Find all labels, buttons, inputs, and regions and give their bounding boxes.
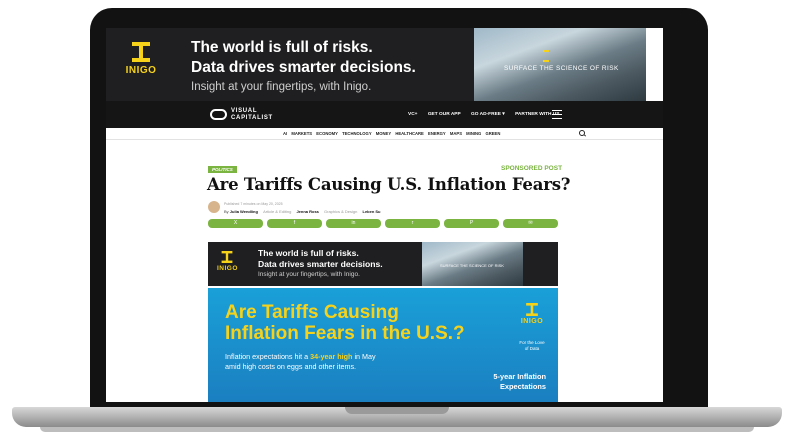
third-credit[interactable]: Leben Su	[363, 209, 381, 214]
published-date: Published 7 minutes on May 20, 2025	[224, 202, 283, 206]
laptop-notch	[345, 407, 449, 414]
ad-line-3: Insight at your fingertips, with Inigo.	[258, 271, 360, 278]
chart-label-2: Expectations	[499, 382, 546, 391]
share-x-button[interactable]: X	[208, 219, 263, 228]
infographic-subtitle-1: Inflation expectations hit a 34-year hig…	[225, 352, 376, 361]
ad-line-3: Insight at your fingertips, with Inigo.	[191, 81, 372, 93]
category-green[interactable]: GREEN	[485, 131, 500, 136]
category-energy[interactable]: ENERGY	[428, 131, 446, 136]
category-mining[interactable]: MINING	[466, 131, 481, 136]
category-money[interactable]: MONEY	[376, 131, 391, 136]
category-healthcare[interactable]: HEALTHCARE	[395, 131, 424, 136]
category-maps[interactable]: MAPS	[450, 131, 462, 136]
category-links: AI MARKETS ECONOMY TECHNOLOGY MONEY HEAL…	[283, 131, 503, 136]
inigo-tagline: For the Love of Data	[519, 340, 545, 351]
top-banner-ad[interactable]: INIGO The world is full of risks. Data d…	[106, 28, 646, 101]
category-economy[interactable]: ECONOMY	[316, 131, 338, 136]
infographic-headline-1: Are Tariffs Causing	[225, 302, 399, 323]
inline-banner-ad[interactable]: INIGO The world is full of risks. Data d…	[208, 242, 558, 286]
ad-line-2: Data drives smarter decisions.	[258, 259, 383, 269]
author-avatar	[208, 201, 220, 213]
nav-get-app[interactable]: GET OUR APP	[428, 112, 461, 117]
share-buttons: X f in r P ✉	[208, 219, 558, 228]
category-technology[interactable]: TECHNOLOGY	[342, 131, 372, 136]
inigo-logo: INIGO	[217, 251, 237, 272]
inigo-mini-icon	[543, 50, 549, 62]
share-email-button[interactable]: ✉	[503, 219, 558, 228]
nav-go-ad-free[interactable]: GO AD-FREE ▾	[471, 112, 505, 117]
share-reddit-button[interactable]: r	[385, 219, 440, 228]
ad-photo-tag: SURFACE THE SCIENCE OF RISK	[440, 263, 504, 268]
vc-logo-icon	[210, 109, 227, 120]
ad-photo-tag: SURFACE THE SCIENCE OF RISK	[504, 65, 619, 72]
inigo-logo: INIGO	[124, 42, 158, 76]
share-linkedin-button[interactable]: in	[326, 219, 381, 228]
browser-screen: INIGO The world is full of risks. Data d…	[106, 28, 663, 402]
infographic: Are Tariffs Causing Inflation Fears in t…	[208, 288, 558, 402]
site-nav: VISUAL CAPITALIST VC+ GET OUR APP GO AD-…	[106, 101, 663, 128]
category-markets[interactable]: MARKETS	[291, 131, 312, 136]
inigo-logo: INIGO	[519, 303, 545, 325]
nav-vc-plus[interactable]: VC+	[408, 112, 417, 117]
infographic-headline-2: Inflation Fears in the U.S.?	[225, 323, 465, 344]
search-icon[interactable]	[579, 130, 585, 136]
author-name[interactable]: Julia Wendling	[230, 209, 258, 214]
infographic-subtitle-2: amid high costs on eggs and other items.	[225, 362, 357, 371]
ad-photo: SURFACE THE SCIENCE OF RISK	[474, 28, 646, 101]
category-bar: AI MARKETS ECONOMY TECHNOLOGY MONEY HEAL…	[106, 128, 663, 140]
menu-icon[interactable]	[552, 110, 562, 119]
ad-photo: SURFACE THE SCIENCE OF RISK	[422, 242, 523, 286]
laptop-foot	[40, 427, 754, 432]
designer-name[interactable]: Jenna Ross	[296, 209, 318, 214]
ad-line-1: The world is full of risks.	[191, 39, 373, 56]
nav-links: VC+ GET OUR APP GO AD-FREE ▾ PARTNER WIT…	[408, 112, 568, 117]
ad-line-2: Data drives smarter decisions.	[191, 59, 416, 76]
share-pinterest-button[interactable]: P	[444, 219, 499, 228]
sponsored-label: SPONSORED POST	[501, 165, 563, 172]
category-ai[interactable]: AI	[283, 131, 287, 136]
article-title: Are Tariffs Causing U.S. Inflation Fears…	[207, 175, 571, 194]
share-facebook-button[interactable]: f	[267, 219, 322, 228]
ad-line-1: The world is full of risks.	[258, 248, 359, 258]
category-badge[interactable]: POLITICS	[208, 166, 237, 173]
chart-label-1: 5-year Inflation	[493, 372, 546, 381]
article-credits: By Julia Wendling Article & Editing Jenn…	[224, 209, 381, 214]
